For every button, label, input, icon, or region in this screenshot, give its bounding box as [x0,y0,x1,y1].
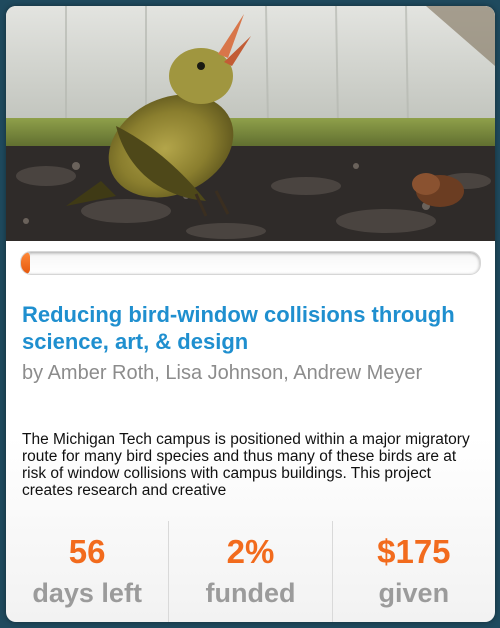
project-description-container: The Michigan Tech campus is positioned w… [22,431,480,513]
project-card[interactable]: Reducing bird-window collisions through … [6,6,495,622]
project-photo[interactable] [6,6,495,241]
project-stats: 56 days left 2% funded $175 given [6,521,495,622]
description-fade [22,499,480,513]
project-title[interactable]: Reducing bird-window collisions through … [22,301,477,355]
funding-progress-fill [21,252,31,274]
given-value: $175 [377,533,451,570]
stat-days-left: 56 days left [6,521,168,622]
project-authors: by Amber Roth, Lisa Johnson, Andrew Meye… [22,362,423,384]
funding-progress-bar [20,251,481,275]
stat-funded: 2% funded [168,521,331,622]
days-left-value: 56 [68,533,106,570]
project-description: The Michigan Tech campus is positioned w… [22,431,470,499]
funded-value: 2% [226,533,275,570]
given-label: given [378,578,450,608]
bird-photo-image [6,6,495,241]
funded-label: funded [205,578,296,608]
days-left-label: days left [32,578,142,608]
stat-given: $175 given [331,521,495,622]
